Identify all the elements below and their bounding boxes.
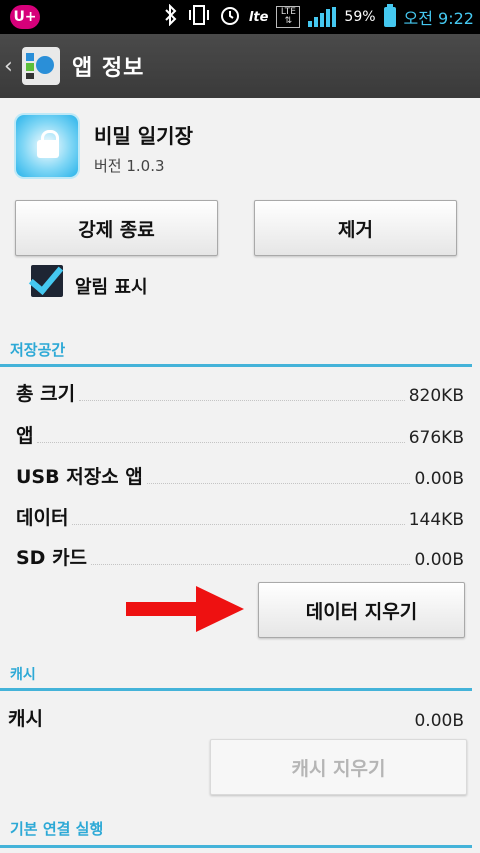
- storage-label: 총 크기: [16, 383, 76, 405]
- network-label: lte: [248, 9, 269, 25]
- cache-label: 캐시: [8, 708, 43, 730]
- back-chevron-icon[interactable]: ‹: [4, 54, 20, 79]
- storage-label: USB 저장소 앱: [16, 466, 143, 488]
- carrier-logo-icon: U+: [10, 5, 40, 29]
- clock: 오전 9:22: [403, 9, 474, 28]
- battery-icon: [383, 4, 396, 27]
- storage-row-usb: USB 저장소 앱 0.00B: [16, 461, 464, 489]
- clear-data-button[interactable]: 데이터 지우기: [258, 582, 465, 638]
- lte-icon: LTE ⇅: [276, 6, 301, 28]
- storage-row-sd: SD 카드 0.00B: [16, 542, 464, 570]
- settings-app-icon[interactable]: [22, 47, 60, 85]
- storage-divider: [0, 364, 472, 367]
- storage-label: SD 카드: [16, 547, 88, 569]
- cache-row: 캐시 0.00B: [8, 703, 464, 731]
- storage-value: 0.00B: [414, 550, 464, 570]
- carrier-logo: U+: [10, 5, 40, 29]
- storage-value: 676KB: [408, 428, 464, 448]
- action-bar: ‹ 앱 정보: [0, 34, 480, 98]
- checkmark-icon: [28, 258, 64, 296]
- page-title: 앱 정보: [72, 56, 145, 81]
- storage-row-app: 앱 676KB: [16, 420, 464, 448]
- status-bar: U+ lte LTE ⇅ 59% 오전 9:22: [0, 0, 480, 34]
- show-notifications-checkbox[interactable]: [28, 258, 64, 297]
- clear-cache-button[interactable]: 캐시 지우기: [210, 739, 467, 795]
- storage-value: 144KB: [408, 510, 464, 530]
- storage-section-header: 저장공간: [10, 341, 66, 359]
- vibrate-icon: [187, 4, 211, 30]
- storage-label: 앱: [16, 425, 34, 447]
- bluetooth-icon: [163, 3, 179, 30]
- force-stop-button[interactable]: 강제 종료: [15, 200, 218, 256]
- storage-row-data: 데이터 144KB: [16, 502, 464, 530]
- launch-default-divider: [0, 845, 472, 848]
- signal-icon: [308, 7, 337, 27]
- alarm-icon: [219, 4, 241, 30]
- storage-value: 820KB: [408, 386, 464, 406]
- cache-divider: [0, 688, 472, 691]
- storage-label: 데이터: [16, 507, 69, 529]
- battery-percent: 59%: [344, 9, 376, 25]
- show-notifications-label: 알림 표시: [75, 277, 148, 298]
- red-arrow-icon: [126, 586, 246, 632]
- cache-value: 0.00B: [414, 711, 464, 731]
- launch-default-section-header: 기본 연결 실행: [10, 820, 104, 838]
- app-name: 비밀 일기장: [94, 124, 193, 148]
- storage-value: 0.00B: [414, 469, 464, 489]
- lock-app-icon: [16, 115, 78, 177]
- storage-row-total: 총 크기 820KB: [16, 378, 464, 406]
- cache-section-header: 캐시: [10, 667, 36, 683]
- app-version: 버전 1.0.3: [94, 157, 165, 175]
- uninstall-button[interactable]: 제거: [254, 200, 457, 256]
